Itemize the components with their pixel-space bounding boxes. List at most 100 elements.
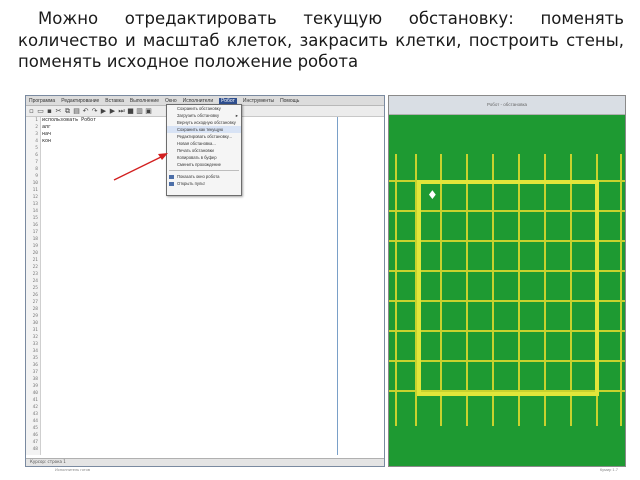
line-number: 18 — [32, 237, 38, 242]
menu-performers[interactable]: Исполнители — [183, 98, 214, 104]
line-number: 21 — [32, 258, 38, 263]
open-folder-icon[interactable]: ▭ — [37, 107, 44, 115]
menu-item-label: Печать обстановки — [177, 148, 214, 153]
menu-item-print-environment[interactable]: Печать обстановки — [167, 147, 241, 154]
robot-menu-dropdown: Сохранить обстановку Загрузить обстановк… — [166, 104, 242, 196]
slide-caption: Можно отредактировать текущую обстановку… — [18, 8, 624, 73]
line-number: 10 — [32, 181, 38, 186]
code-line[interactable]: нач — [42, 131, 96, 138]
grid-line-vertical — [395, 154, 397, 426]
menu-item-label: Новая обстановка... — [177, 141, 216, 146]
menu-item-label: Копировать в буфер — [177, 155, 217, 160]
code-line[interactable]: алг — [42, 124, 96, 131]
menu-item-label: Сменить прохождение — [177, 162, 221, 167]
line-number: 3 — [35, 132, 38, 137]
line-number: 33 — [32, 342, 38, 347]
line-number: 32 — [32, 335, 38, 340]
menu-item-copy-to-clipboard[interactable]: Копировать в буфер — [167, 154, 241, 161]
redo-icon[interactable]: ↷ — [91, 107, 98, 115]
editor-splitter[interactable] — [337, 117, 338, 455]
menu-item-load-environment[interactable]: Загрузить обстановку ▸ — [167, 112, 241, 119]
stop-icon[interactable]: ■ — [127, 107, 134, 115]
line-number: 14 — [32, 209, 38, 214]
menu-item-label: Редактировать обстановку... — [177, 134, 232, 139]
run-icon[interactable]: ▶ — [100, 107, 107, 115]
robot-window-title: Робот - обстановка — [389, 96, 625, 115]
line-number: 4 — [35, 139, 38, 144]
menu-robot[interactable]: Робот — [219, 97, 237, 104]
line-number: 11 — [32, 188, 38, 193]
menu-item-edit-environment[interactable]: Редактировать обстановку... — [167, 133, 241, 140]
line-number: 2 — [35, 125, 38, 130]
line-number: 43 — [32, 412, 38, 417]
robot-icon[interactable]: ▣ — [145, 107, 152, 115]
line-number: 47 — [32, 440, 38, 445]
line-number: 29 — [32, 314, 38, 319]
line-number: 44 — [32, 419, 38, 424]
menu-help[interactable]: Помощь — [280, 98, 299, 104]
robot-marker-icon[interactable]: ♦ — [427, 189, 438, 201]
line-number: 37 — [32, 370, 38, 375]
line-number: 41 — [32, 398, 38, 403]
menu-item-show-robot-window[interactable]: Показать окно робота — [167, 173, 241, 180]
line-number: 45 — [32, 426, 38, 431]
menu-item-change-path[interactable]: Сменить прохождение — [167, 161, 241, 168]
line-number: 28 — [32, 307, 38, 312]
code-area[interactable]: использовать Робот алг нач кон — [42, 117, 96, 145]
menu-item-save-environment[interactable]: Сохранить обстановку — [167, 105, 241, 112]
undo-icon[interactable]: ↶ — [82, 107, 89, 115]
line-number: 1 — [35, 118, 38, 123]
code-line[interactable]: использовать Робот — [42, 117, 96, 124]
menu-tools[interactable]: Инструменты — [243, 98, 274, 104]
line-number: 15 — [32, 216, 38, 221]
line-number: 31 — [32, 328, 38, 333]
line-number: 48 — [32, 447, 38, 452]
menu-item-open-remote[interactable]: Открыть пульт — [167, 180, 241, 187]
menu-item-label: Показать окно робота — [177, 174, 220, 179]
line-number: 42 — [32, 405, 38, 410]
menu-item-save-as-current[interactable]: Сохранить как текущую — [167, 126, 241, 133]
caption-text: Можно отредактировать текущую обстановку… — [18, 9, 624, 71]
code-line[interactable]: кон — [42, 138, 96, 145]
line-number: 13 — [32, 202, 38, 207]
save-icon[interactable]: ▪ — [46, 107, 53, 115]
line-number: 23 — [32, 272, 38, 277]
step-into-icon[interactable]: ⏭ — [118, 107, 125, 115]
line-number: 22 — [32, 265, 38, 270]
menu-separator — [169, 170, 239, 171]
step-icon[interactable]: ▶ — [109, 107, 116, 115]
paste-icon[interactable]: ▤ — [73, 107, 80, 115]
clear-icon[interactable]: ▥ — [136, 107, 143, 115]
line-number-gutter: 1 2 3 4 5 6 7 8 9 10 11 12 13 14 15 16 17 18 19 20 21 22 23 24 2… — [26, 117, 41, 455]
line-number: 39 — [32, 384, 38, 389]
menu-program[interactable]: Программа — [29, 98, 55, 104]
window-icon — [169, 174, 174, 179]
line-number: 8 — [35, 167, 38, 172]
line-number: 17 — [32, 230, 38, 235]
menu-window[interactable]: Окно — [165, 98, 177, 104]
new-file-icon[interactable]: ▫ — [28, 107, 35, 115]
cut-icon[interactable]: ✂ — [55, 107, 62, 115]
line-number: 38 — [32, 377, 38, 382]
menu-item-label: Сохранить как текущую — [177, 127, 224, 132]
line-number: 34 — [32, 349, 38, 354]
menu-run[interactable]: Выполнение — [130, 98, 159, 104]
line-number: 26 — [32, 293, 38, 298]
taskbar-left-text: Исполнитель готов — [55, 467, 91, 472]
menu-insert[interactable]: Вставка — [105, 98, 124, 104]
menu-edit[interactable]: Редактирование — [61, 98, 99, 104]
line-number: 7 — [35, 160, 38, 165]
taskbar: Исполнитель готов Кумир 1.7 — [25, 467, 626, 477]
line-number: 9 — [35, 174, 38, 179]
copy-icon[interactable]: ⧉ — [64, 107, 71, 115]
menu-item-new-environment[interactable]: Новая обстановка... — [167, 140, 241, 147]
menu-item-label: Открыть пульт — [177, 181, 206, 186]
menu-item-restore-environment[interactable]: Вернуть исходную обстановку — [167, 119, 241, 126]
line-number: 25 — [32, 286, 38, 291]
line-number: 16 — [32, 223, 38, 228]
wall-rectangle[interactable] — [417, 180, 599, 396]
robot-field[interactable]: ♦ — [389, 114, 625, 466]
menu-item-label: Вернуть исходную обстановку — [177, 120, 236, 125]
line-number: 12 — [32, 195, 38, 200]
taskbar-right-text: Кумир 1.7 — [599, 467, 618, 472]
